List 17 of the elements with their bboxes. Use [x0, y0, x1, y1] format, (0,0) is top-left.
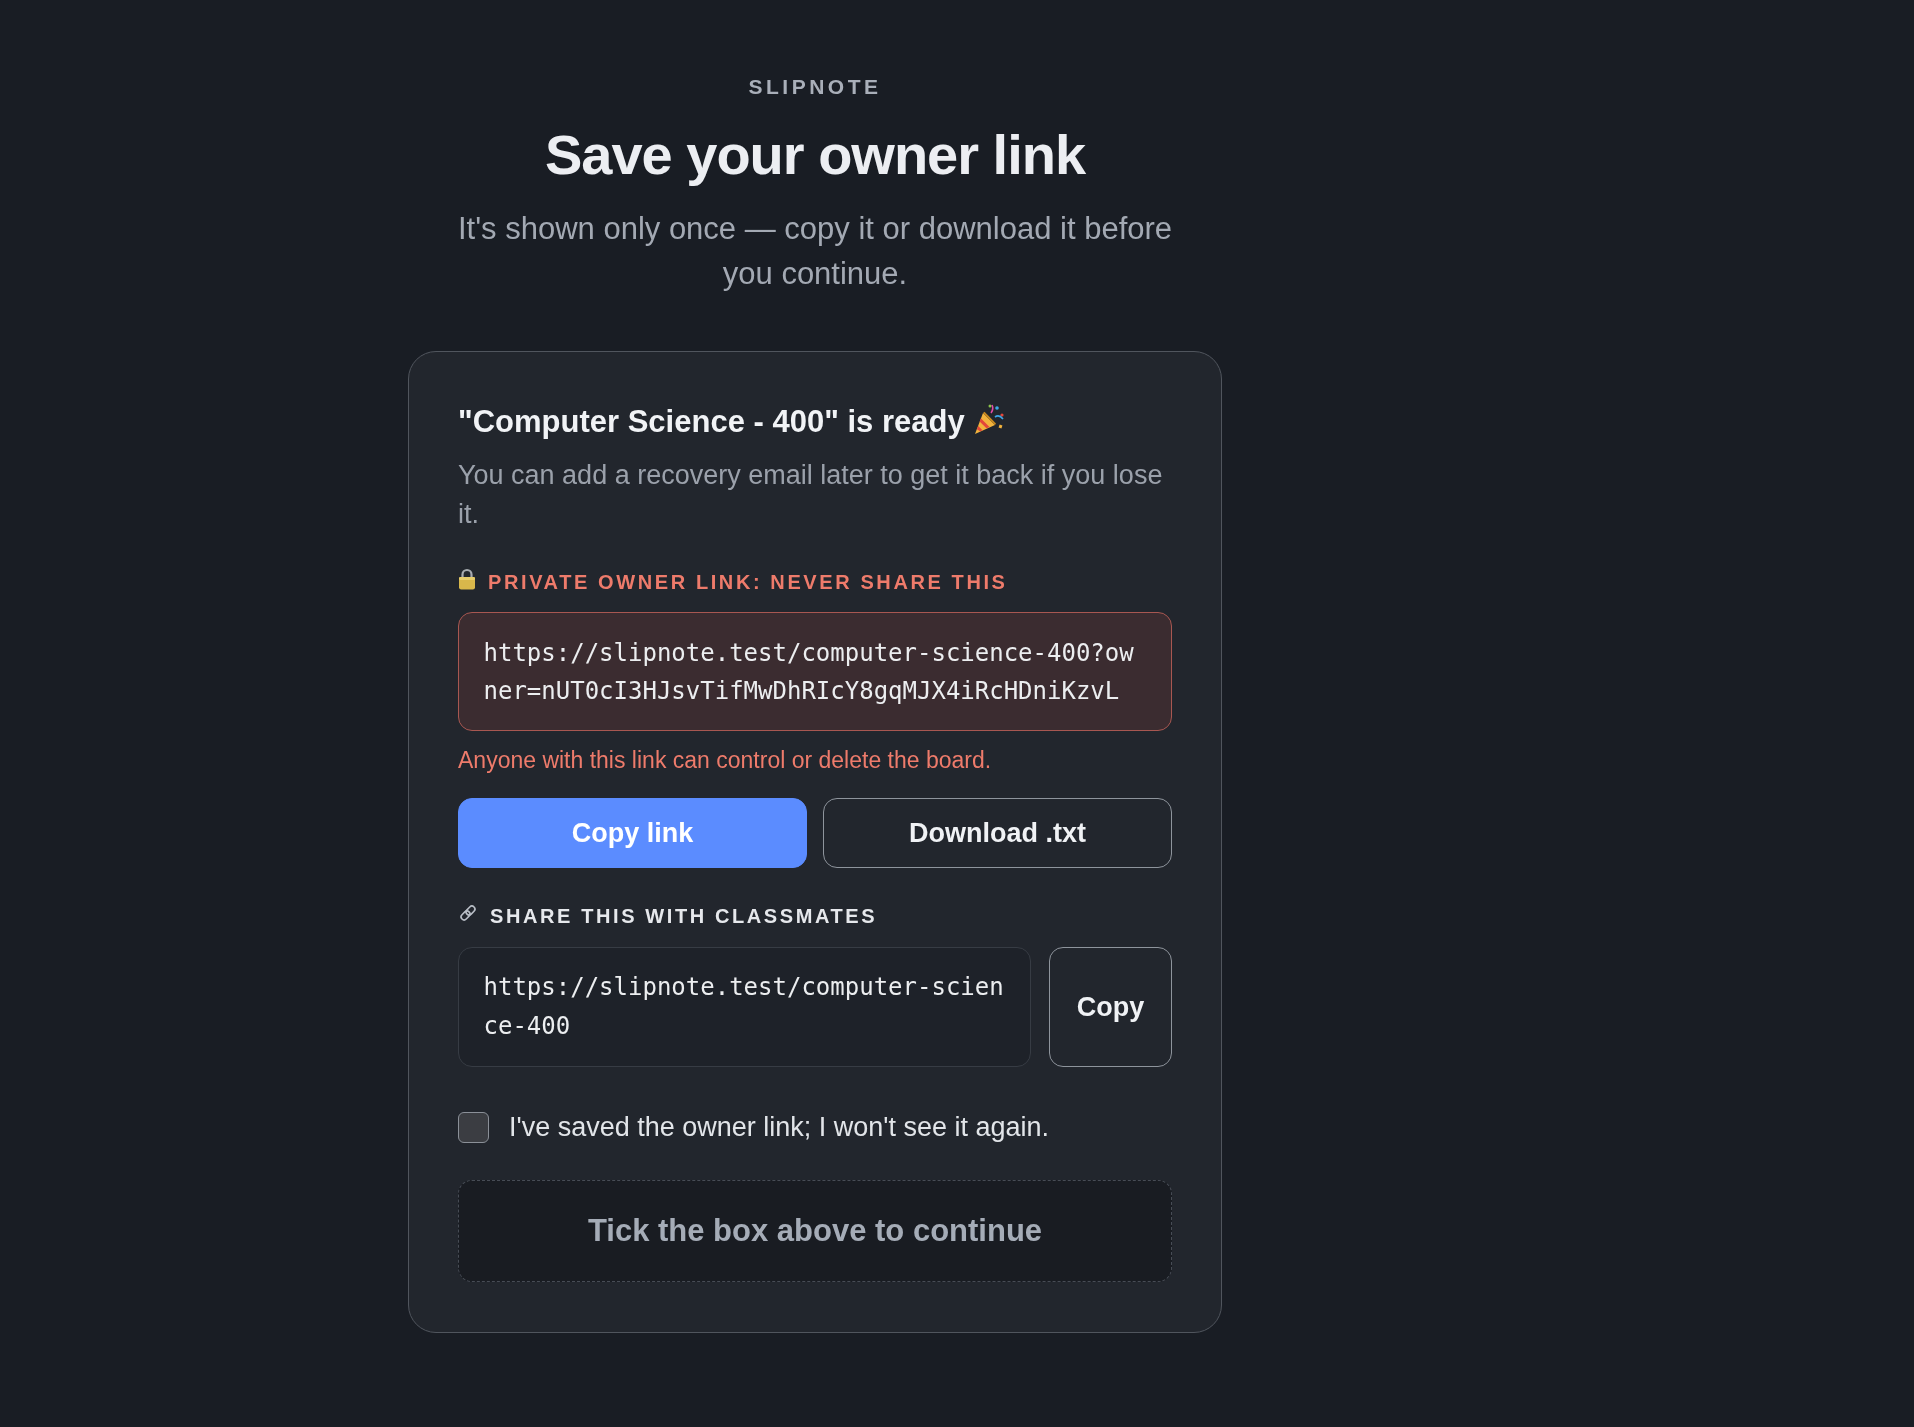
share-link-label: SHARE THIS WITH CLASSMATES — [490, 904, 878, 929]
copy-button[interactable]: Copy — [1049, 947, 1172, 1067]
link-icon — [458, 903, 478, 923]
download-button[interactable]: Download .txt — [823, 798, 1172, 868]
page-title: Save your owner link — [544, 122, 1086, 188]
confirm-label: I've saved the owner link; I won't see it again. — [509, 1111, 1050, 1144]
warning-text: Anyone with this link can control or delete the board. — [458, 746, 993, 774]
owner-link-field[interactable]: https://slipnote.test/computer-science-400?owner=nUT0cI3HJsvTifMwDhRIcY8gqMJX4iRcHDniKzvL — [458, 612, 1172, 731]
confirm-checkbox[interactable] — [458, 1111, 489, 1143]
share-link-field[interactable]: https://slipnote.test/computer-science-400 — [458, 947, 1031, 1067]
brand-name: SLIPNOTE — [748, 74, 882, 100]
card-heading: "Computer Science - 400" is ready — [458, 403, 965, 441]
card-description: You can add a recovery email later to get it back if you lose it. — [458, 458, 1164, 531]
lock-icon — [458, 568, 476, 590]
page-subtitle: It's shown only once — copy it or download it before you continue. — [456, 210, 1174, 293]
party-popper-icon — [972, 403, 1005, 435]
owner-link-label: PRIVATE OWNER LINK: NEVER SHARE THIS — [488, 570, 1008, 595]
